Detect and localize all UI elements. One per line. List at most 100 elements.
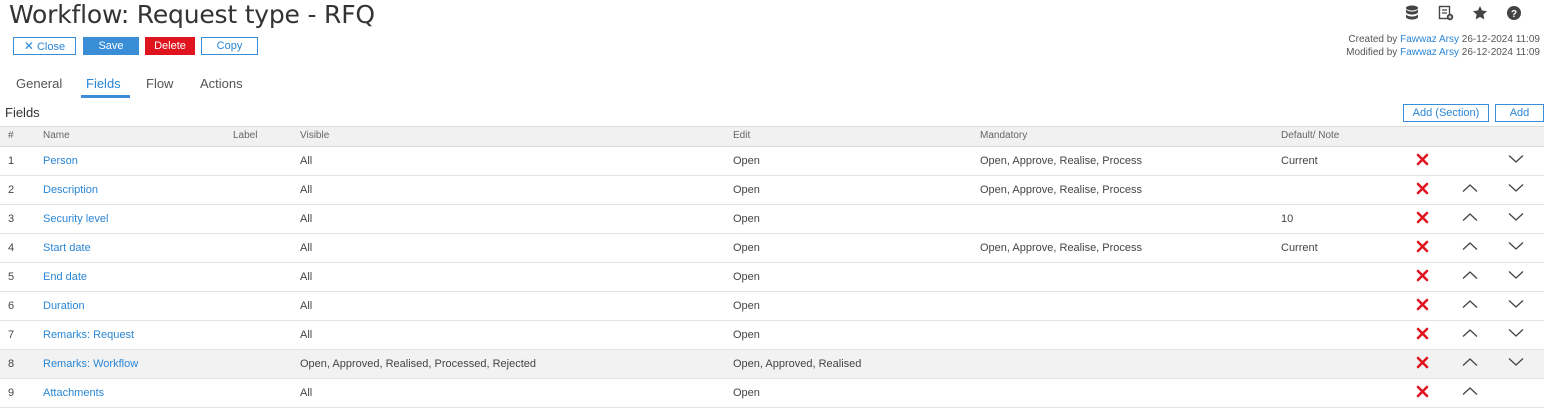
delete-row-icon[interactable] [1416, 240, 1429, 256]
row-number: 9 [8, 387, 15, 399]
field-edit: Open, Approved, Realised [733, 358, 862, 370]
row-number: 4 [8, 242, 15, 254]
field-edit: Open [733, 329, 760, 341]
delete-row-icon[interactable] [1416, 356, 1429, 372]
move-up-icon[interactable] [1462, 212, 1478, 225]
move-up-icon[interactable] [1462, 241, 1478, 254]
modified-user-link[interactable]: Fawwaz Arsy [1400, 47, 1459, 58]
field-default: 10 [1281, 213, 1294, 225]
move-down-icon[interactable] [1508, 241, 1524, 254]
row-number: 7 [8, 329, 15, 341]
delete-row-icon[interactable] [1416, 269, 1429, 285]
table-row: 1 Person All Open Open, Approve, Realise, Pr… [0, 147, 1544, 176]
delete-row-icon[interactable] [1416, 327, 1429, 343]
field-default: Current [1281, 242, 1318, 254]
move-down-icon[interactable] [1508, 183, 1524, 196]
field-name-link[interactable]: Duration [43, 300, 85, 312]
tab-fields[interactable]: Fields [86, 76, 121, 91]
move-down-icon[interactable] [1508, 299, 1524, 312]
record-meta: Created by Fawwaz Arsy 26-12-2024 11:09 … [1346, 33, 1540, 59]
delete-row-icon[interactable] [1416, 211, 1429, 227]
add-section-button[interactable]: Add (Section) [1403, 104, 1489, 122]
field-name-link[interactable]: Attachments [43, 387, 104, 399]
field-visible: All [300, 213, 313, 225]
row-number: 6 [8, 300, 15, 312]
col-header-visible: Visible [300, 130, 330, 141]
delete-row-icon[interactable] [1416, 182, 1429, 198]
field-edit: Open [733, 184, 760, 196]
field-name-link[interactable]: End date [43, 271, 87, 283]
table-row: 8 Remarks: Workflow Open, Approved, Realis… [0, 350, 1544, 379]
close-icon: ✕ [23, 39, 34, 53]
move-down-icon[interactable] [1508, 270, 1524, 283]
delete-row-icon[interactable] [1416, 298, 1429, 314]
tab-actions[interactable]: Actions [200, 76, 243, 91]
field-edit: Open [733, 242, 760, 254]
star-icon[interactable] [1463, 4, 1497, 22]
field-edit: Open [733, 271, 760, 283]
field-visible: Open, Approved, Realised, Processed, Rej… [300, 358, 537, 370]
col-header-num: # [8, 130, 14, 141]
toolbar-icons: ? [1395, 4, 1531, 22]
field-visible: All [300, 387, 313, 399]
move-down-icon[interactable] [1508, 328, 1524, 341]
col-header-edit: Edit [733, 130, 751, 141]
table-row: 5 End date All Open [0, 263, 1544, 292]
row-number: 3 [8, 213, 15, 225]
help-icon[interactable]: ? [1497, 4, 1531, 22]
col-header-name: Name [43, 130, 70, 141]
delete-row-icon[interactable] [1416, 153, 1429, 169]
col-header-label: Label [233, 130, 258, 141]
report-icon[interactable] [1429, 4, 1463, 22]
copy-button[interactable]: Copy [201, 37, 258, 55]
field-visible: All [300, 184, 313, 196]
created-info: Created by Fawwaz Arsy 26-12-2024 11:09 [1348, 34, 1540, 45]
delete-button[interactable]: Delete [145, 37, 195, 55]
row-number: 2 [8, 184, 15, 196]
tab-flow[interactable]: Flow [146, 76, 173, 91]
move-down-icon[interactable] [1508, 357, 1524, 370]
table-header: # Name Label Visible Edit Mandatory Defa… [0, 126, 1544, 147]
move-up-icon[interactable] [1462, 357, 1478, 370]
col-header-default: Default/ Note [1281, 130, 1340, 141]
field-default: Current [1281, 155, 1318, 167]
field-name-link[interactable]: Description [43, 184, 98, 196]
tab-general[interactable]: General [16, 76, 62, 91]
field-visible: All [300, 155, 313, 167]
close-button[interactable]: ✕ Close [13, 37, 76, 55]
move-down-icon[interactable] [1508, 154, 1524, 167]
add-button[interactable]: Add [1495, 104, 1544, 122]
field-edit: Open [733, 387, 760, 399]
field-name-link[interactable]: Person [43, 155, 78, 167]
modified-info: Modified by Fawwaz Arsy 26-12-2024 11:09 [1346, 47, 1540, 58]
page-title: Workflow: Request type - RFQ [9, 0, 375, 29]
move-up-icon[interactable] [1462, 183, 1478, 196]
database-icon[interactable] [1395, 4, 1429, 22]
field-name-link[interactable]: Remarks: Request [43, 329, 134, 341]
svg-text:?: ? [1511, 9, 1517, 20]
created-user-link[interactable]: Fawwaz Arsy [1400, 34, 1459, 45]
field-visible: All [300, 300, 313, 312]
row-number: 5 [8, 271, 15, 283]
field-mandatory: Open, Approve, Realise, Process [980, 242, 1143, 254]
table-row: 2 Description All Open Open, Approve, Realis… [0, 176, 1544, 205]
field-visible: All [300, 242, 313, 254]
move-down-icon[interactable] [1508, 212, 1524, 225]
move-up-icon[interactable] [1462, 386, 1478, 399]
table-row: 4 Start date All Open Open, Approve, Realise… [0, 234, 1544, 263]
field-edit: Open [733, 300, 760, 312]
active-tab-indicator [81, 95, 130, 98]
field-name-link[interactable]: Security level [43, 213, 108, 225]
delete-row-icon[interactable] [1416, 385, 1429, 401]
field-edit: Open [733, 155, 760, 167]
move-up-icon[interactable] [1462, 328, 1478, 341]
field-visible: All [300, 329, 313, 341]
table-row: 9 Attachments All Open [0, 379, 1544, 408]
field-mandatory: Open, Approve, Realise, Process [980, 155, 1143, 167]
move-up-icon[interactable] [1462, 299, 1478, 312]
field-name-link[interactable]: Start date [43, 242, 91, 254]
save-button[interactable]: Save [83, 37, 139, 55]
field-name-link[interactable]: Remarks: Workflow [43, 358, 138, 370]
table-body: 1 Person All Open Open, Approve, Realise, Pr… [0, 147, 1544, 408]
move-up-icon[interactable] [1462, 270, 1478, 283]
